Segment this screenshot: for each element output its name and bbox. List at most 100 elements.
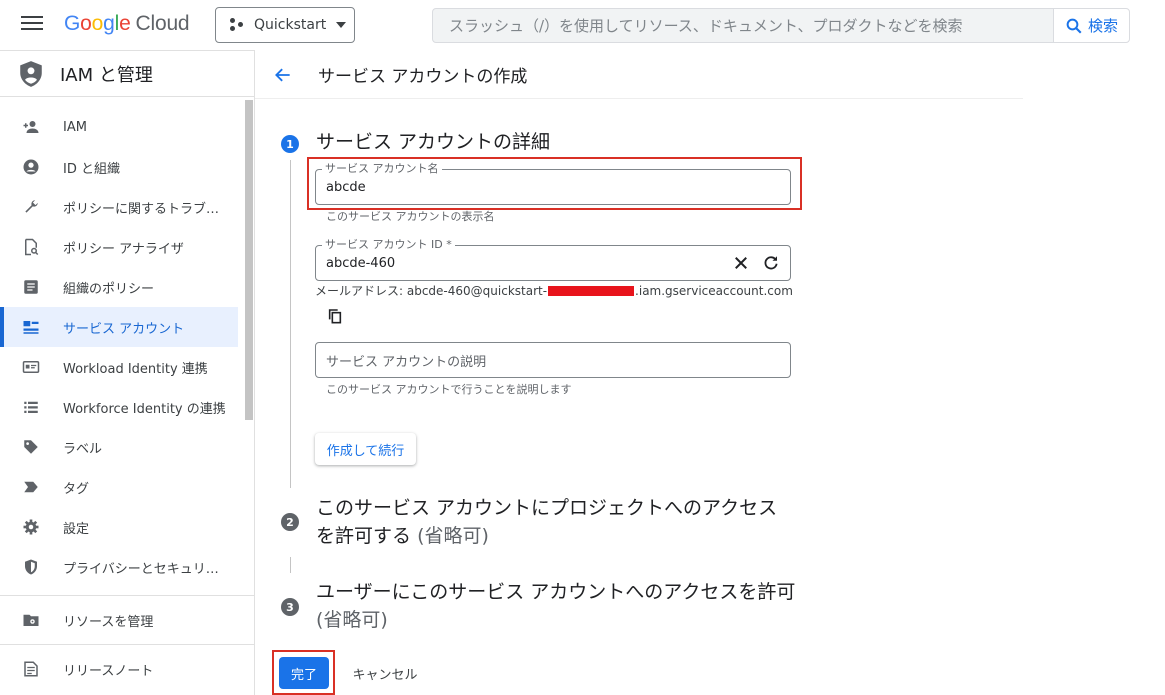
logo-letter: G <box>64 12 81 35</box>
sidebar-item-org-policies[interactable]: 組織のポリシー <box>0 267 238 307</box>
sidebar-item-label: サービス アカウント <box>63 321 185 337</box>
logo-google-text: Google <box>64 12 131 35</box>
page-title: サービス アカウントの作成 <box>318 67 528 87</box>
logo-letter: g <box>103 12 115 35</box>
sidebar-item-service-accounts[interactable]: サービス アカウント <box>0 307 238 347</box>
search-icon <box>1066 18 1082 33</box>
chevron-down-icon <box>336 22 347 28</box>
sidebar-item-label: Workforce Identity の連携 <box>63 401 226 417</box>
sidebar-item-label: ポリシー アナライザ <box>63 241 184 257</box>
step-optional-label: (省略可) <box>316 609 388 631</box>
email-prefix: メールアドレス: abcde-460@quickstart- <box>315 284 548 298</box>
tag-icon <box>21 437 41 457</box>
sidebar-item-settings[interactable]: 設定 <box>0 507 238 547</box>
sidebar-item-workforce-identity[interactable]: Workforce Identity の連携 <box>0 387 238 427</box>
step-title-text: サービス アカウントの詳細 <box>316 131 551 153</box>
refresh-icon[interactable] <box>762 254 780 272</box>
step-1-title[interactable]: サービス アカウントの詳細 <box>316 128 550 156</box>
step-connector <box>290 557 291 573</box>
sidebar-item-labels[interactable]: ラベル <box>0 427 238 467</box>
sidebar: IAM と管理 IAM ID と組織 ポリシーに関するトラブ… ポリシー アナラ… <box>0 51 255 695</box>
sidebar-scrollbar[interactable] <box>245 100 253 420</box>
hamburger-menu-icon[interactable] <box>21 16 43 34</box>
step-3-indicator: 3 <box>281 598 299 616</box>
logo-letter: o <box>91 12 104 35</box>
sidebar-item-label: タグ <box>63 481 90 497</box>
sidebar-divider <box>0 595 254 596</box>
sidebar-item-label: Workload Identity 連携 <box>63 361 208 377</box>
sidebar-item-label: IAM <box>63 119 87 135</box>
sidebar-item-tags[interactable]: タグ <box>0 467 238 507</box>
label-arrow-icon <box>21 477 41 497</box>
account-circle-icon <box>21 157 41 177</box>
sidebar-item-label: ラベル <box>63 441 103 457</box>
step-title-text: このサービス アカウントにプロジェクトへのアクセスを許可する <box>316 497 778 547</box>
step-1-indicator: 1 <box>281 135 299 153</box>
sidebar-title: IAM と管理 <box>60 64 153 86</box>
sidebar-item-id-org[interactable]: ID と組織 <box>0 147 238 187</box>
sidebar-item-label: リソースを管理 <box>63 614 154 630</box>
field-actions <box>732 254 780 272</box>
step-2-title[interactable]: このサービス アカウントにプロジェクトへのアクセスを許可する (省略可) <box>316 494 796 550</box>
folder-gear-icon <box>21 610 41 630</box>
search-button-label: 検索 <box>1087 17 1118 35</box>
list-icon <box>21 397 41 417</box>
sidebar-item-workload-identity[interactable]: Workload Identity 連携 <box>0 347 238 387</box>
step-optional-label: (省略可) <box>417 525 489 547</box>
top-bar: Google Cloud Quickstart スラッシュ（/）を使用してリソース… <box>0 0 1165 50</box>
sidebar-item-iam[interactable]: IAM <box>0 107 238 147</box>
description-placeholder: サービス アカウントの説明 <box>326 354 487 370</box>
wrench-icon <box>21 197 41 217</box>
service-account-name-hint: このサービス アカウントの表示名 <box>326 210 495 223</box>
service-account-icon <box>21 317 41 337</box>
search-button[interactable]: 検索 <box>1053 8 1130 43</box>
shield-icon <box>21 557 41 577</box>
id-card-icon <box>21 357 41 377</box>
back-arrow-icon[interactable] <box>273 65 293 85</box>
project-icon <box>230 18 244 32</box>
person-add-icon <box>21 117 41 137</box>
sidebar-item-release-notes[interactable]: リリースノート <box>0 649 238 689</box>
sidebar-item-label: ポリシーに関するトラブ… <box>63 201 220 217</box>
project-name: Quickstart <box>254 17 327 33</box>
step-3-title[interactable]: ユーザーにこのサービス アカウントへのアクセスを許可 (省略可) <box>316 578 796 634</box>
sidebar-item-manage-resources[interactable]: リソースを管理 <box>0 600 238 640</box>
step-connector <box>290 160 291 488</box>
highlight-box <box>272 650 335 695</box>
step-title-text: ユーザーにこのサービス アカウントへのアクセスを許可 <box>316 581 796 603</box>
project-picker[interactable]: Quickstart <box>215 7 355 43</box>
service-account-description-field[interactable]: サービス アカウントの説明 <box>315 342 791 378</box>
sidebar-item-policy-analyzer[interactable]: ポリシー アナライザ <box>0 227 238 267</box>
service-account-description-hint: このサービス アカウントで行うことを説明します <box>326 383 572 396</box>
gear-icon <box>21 517 41 537</box>
create-and-continue-button[interactable]: 作成して続行 <box>315 433 416 465</box>
logo-letter: o <box>80 12 92 35</box>
release-notes-icon <box>21 659 41 679</box>
google-cloud-logo[interactable]: Google Cloud <box>64 12 190 36</box>
service-account-id-label: サービス アカウント ID * <box>322 236 455 252</box>
sidebar-item-label: リリースノート <box>63 663 154 679</box>
logo-cloud-text: Cloud <box>135 12 190 35</box>
email-address-line: メールアドレス: abcde-460@quickstart- .iam.gserv… <box>315 282 793 299</box>
document-search-icon <box>21 237 41 257</box>
cancel-button[interactable]: キャンセル <box>342 657 428 689</box>
page-header: サービス アカウントの作成 <box>255 51 1023 99</box>
step-2-indicator: 2 <box>281 513 299 531</box>
redaction-bar <box>548 285 635 296</box>
sidebar-divider <box>0 644 254 645</box>
search-input[interactable]: スラッシュ（/）を使用してリソース、ドキュメント、プロダクトなどを検索 <box>432 8 1054 43</box>
copy-icon[interactable] <box>327 308 343 328</box>
service-account-id-value: abcde-460 <box>326 255 396 271</box>
search-placeholder: スラッシュ（/）を使用してリソース、ドキュメント、プロダクトなどを検索 <box>449 17 963 35</box>
sidebar-item-label: 設定 <box>63 521 90 537</box>
email-suffix: .iam.gserviceaccount.com <box>635 283 793 298</box>
sidebar-item-label: ID と組織 <box>63 161 120 177</box>
close-icon[interactable] <box>732 254 750 272</box>
list-document-icon <box>21 277 41 297</box>
shield-person-icon <box>20 60 42 87</box>
sidebar-item-label: 組織のポリシー <box>63 281 155 297</box>
sidebar-item-privacy-security[interactable]: プライバシーとセキュリ… <box>0 547 238 587</box>
sidebar-item-label: プライバシーとセキュリ… <box>63 561 219 577</box>
sidebar-item-policy-troubleshooter[interactable]: ポリシーに関するトラブ… <box>0 187 238 227</box>
highlight-box <box>307 157 802 210</box>
